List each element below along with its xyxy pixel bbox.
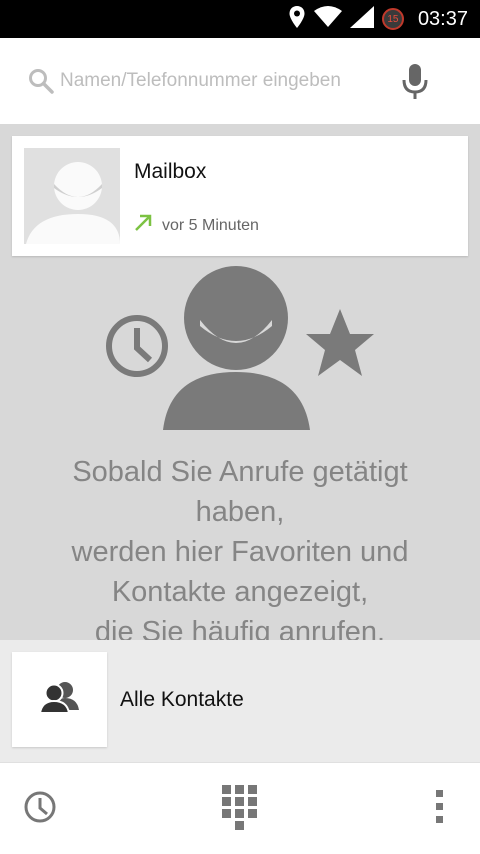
history-clock-icon (106, 315, 168, 377)
search-input[interactable]: Namen/Telefonnummer eingeben (60, 70, 341, 92)
empty-state-illustration (100, 264, 380, 434)
recent-call-card[interactable]: Mailbox vor 5 Minuten (12, 136, 468, 256)
call-time-ago: vor 5 Minuten (162, 216, 259, 234)
outgoing-call-arrow-icon (134, 214, 152, 237)
mic-icon[interactable] (400, 62, 430, 107)
empty-line: haben, (195, 496, 285, 528)
bottom-action-bar (0, 762, 480, 854)
call-meta: vor 5 Minuten (134, 214, 259, 237)
overflow-menu-button[interactable] (400, 763, 480, 854)
call-history-icon (23, 790, 57, 829)
notification-badge: 15 (381, 8, 404, 30)
location-icon (288, 5, 306, 34)
overflow-menu-icon (436, 789, 444, 829)
all-contacts-label: Alle Kontakte (120, 688, 244, 711)
empty-line: Sobald Sie Anrufe getätigt (72, 456, 408, 488)
dialpad-icon (220, 783, 260, 836)
status-icons: 15 03:37 (288, 0, 468, 38)
status-time: 03:37 (417, 7, 468, 30)
signal-icon (349, 5, 374, 33)
contacts-icon (38, 680, 81, 719)
person-icon (163, 266, 310, 430)
all-contacts-row[interactable]: Alle Kontakte (0, 640, 480, 762)
status-bar: 15 03:37 (0, 0, 480, 38)
empty-line: Kontakte angezeigt, (111, 576, 369, 608)
contacts-tile[interactable] (12, 652, 107, 747)
empty-state-message: Sobald Sie Anrufe getätigt haben, werden… (0, 452, 480, 652)
favorites-area: Mailbox vor 5 Minuten Sobald Sie Anrufe … (0, 124, 480, 648)
dialpad-button[interactable] (200, 763, 280, 854)
search-bar[interactable]: Namen/Telefonnummer eingeben (0, 38, 480, 124)
wifi-icon (313, 5, 342, 33)
search-icon (28, 68, 54, 99)
call-history-button[interactable] (0, 763, 80, 854)
empty-line: werden hier Favoriten und (71, 536, 409, 568)
contact-name: Mailbox (134, 160, 207, 183)
star-icon (306, 309, 374, 376)
contact-avatar (24, 148, 120, 244)
